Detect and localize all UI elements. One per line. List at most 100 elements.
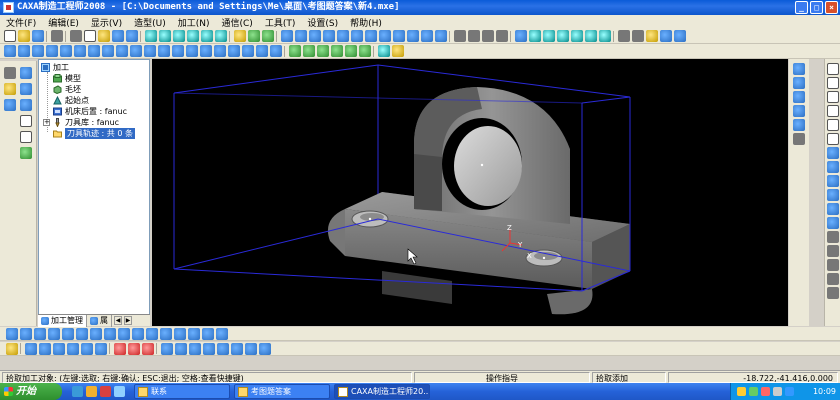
hidden-line-icon[interactable]: [468, 30, 480, 42]
array-edit-icon[interactable]: [203, 342, 215, 355]
surface-add-icon[interactable]: [144, 45, 156, 57]
smooth-curve-icon[interactable]: [128, 342, 140, 355]
shell-icon[interactable]: [407, 30, 419, 42]
tool-path-icon[interactable]: [20, 147, 32, 159]
solid-tool-icon[interactable]: [309, 30, 321, 42]
app-icon[interactable]: [3, 2, 14, 13]
engrave-icon[interactable]: [359, 45, 371, 57]
curve-smooth-icon[interactable]: [793, 133, 805, 145]
menu-communication[interactable]: 通信(C): [222, 16, 253, 29]
transition-icon[interactable]: [200, 45, 212, 57]
mirror-tool-icon[interactable]: [827, 273, 839, 285]
finish-machining-icon[interactable]: [303, 45, 315, 57]
rib-icon[interactable]: [228, 45, 240, 57]
paste-icon[interactable]: [98, 30, 110, 42]
cut-revolve-icon[interactable]: [102, 45, 114, 57]
boss-sweep-icon[interactable]: [74, 45, 86, 57]
tree-view-icon[interactable]: [20, 67, 32, 79]
top-view-icon[interactable]: [201, 30, 213, 42]
menu-modeling[interactable]: 造型(U): [134, 16, 166, 29]
rotate-icon[interactable]: [585, 30, 597, 42]
taskbar-button-lianxi[interactable]: 联系: [134, 384, 230, 399]
fit-view-icon[interactable]: [187, 30, 199, 42]
pen-rough-icon[interactable]: [48, 327, 60, 340]
curve-trim-icon[interactable]: [793, 77, 805, 89]
stock-tool-icon[interactable]: [20, 99, 32, 111]
layer-manager-icon[interactable]: [660, 30, 672, 42]
contour-machining-icon[interactable]: [317, 45, 329, 57]
mirror-edit-icon[interactable]: [189, 342, 201, 355]
curve-join-icon[interactable]: [793, 119, 805, 131]
surface-cut-icon[interactable]: [158, 45, 170, 57]
menu-tools[interactable]: 工具(T): [265, 16, 296, 29]
select-arrow-icon[interactable]: [4, 67, 16, 79]
3d-array-icon[interactable]: [259, 342, 271, 355]
new-file-icon[interactable]: [4, 30, 16, 42]
curve-offset-icon[interactable]: [793, 63, 805, 75]
hole-icon[interactable]: [421, 30, 433, 42]
helix-curve-icon[interactable]: [827, 217, 839, 229]
cut-loft-icon[interactable]: [116, 45, 128, 57]
menu-settings[interactable]: 设置(S): [307, 16, 338, 29]
draft-icon[interactable]: [214, 45, 226, 57]
tab-properties[interactable]: 属: [87, 314, 112, 327]
cut-icon[interactable]: [70, 30, 82, 42]
translate-icon[interactable]: [161, 342, 173, 355]
tree-root[interactable]: 加工: [41, 62, 69, 73]
sweep-icon[interactable]: [351, 30, 363, 42]
surface-tool-icon[interactable]: [295, 30, 307, 42]
tab-scroll-left-button[interactable]: ◀: [114, 316, 122, 325]
tray-icon[interactable]: [737, 387, 746, 396]
start-button[interactable]: 开始: [0, 383, 62, 400]
light-icon[interactable]: [234, 30, 246, 42]
circular-array-icon[interactable]: [256, 45, 268, 57]
scan-rough-icon[interactable]: [34, 327, 46, 340]
contour-finish-icon[interactable]: [104, 327, 116, 340]
3d-rotate-icon[interactable]: [231, 342, 243, 355]
undo-icon[interactable]: [112, 30, 124, 42]
filter-icon[interactable]: [248, 30, 260, 42]
3d-viewport[interactable]: Z Y X: [152, 59, 788, 326]
curve-tool-icon[interactable]: [281, 30, 293, 42]
menu-edit[interactable]: 编辑(E): [48, 16, 79, 29]
rough-machining-icon[interactable]: [289, 45, 301, 57]
projection-curve-icon[interactable]: [827, 203, 839, 215]
boss-extrude-icon[interactable]: [32, 45, 44, 57]
copy-icon[interactable]: [84, 30, 96, 42]
pocket-machining-icon[interactable]: [331, 45, 343, 57]
scale-edit-icon[interactable]: [217, 342, 229, 355]
wireframe-icon[interactable]: [454, 30, 466, 42]
menu-view[interactable]: 显示(V): [91, 16, 122, 29]
cylinder-icon[interactable]: [20, 131, 32, 143]
input-method-icon[interactable]: [785, 387, 794, 396]
text-tool-icon[interactable]: [827, 231, 839, 243]
rectangle-tool-icon[interactable]: [827, 105, 839, 117]
antivirus-icon[interactable]: [761, 387, 770, 396]
fillet-surface-icon[interactable]: [186, 45, 198, 57]
zoom-window-icon[interactable]: [529, 30, 541, 42]
taskbar-button-caxa[interactable]: CAXA制造工程师20...: [334, 384, 430, 399]
feature-icon[interactable]: [20, 83, 32, 95]
menu-machining[interactable]: 加工(N): [178, 16, 210, 29]
trim-icon[interactable]: [25, 342, 37, 355]
rotate-view-icon[interactable]: [145, 30, 157, 42]
print-icon[interactable]: [51, 30, 63, 42]
thicken-icon[interactable]: [172, 45, 184, 57]
simulate-icon[interactable]: [378, 45, 390, 57]
scan-finish-icon[interactable]: [118, 327, 130, 340]
spline-tool-icon[interactable]: [827, 133, 839, 145]
minimize-button[interactable]: _: [795, 1, 808, 14]
boss-revolve-icon[interactable]: [46, 45, 58, 57]
properties-icon[interactable]: [4, 99, 16, 111]
ellipse-tool-icon[interactable]: [827, 119, 839, 131]
pan-view-icon[interactable]: [159, 30, 171, 42]
mirror-icon[interactable]: [270, 45, 282, 57]
ie-quicklaunch-icon[interactable]: [72, 386, 83, 397]
tree-item-stock[interactable]: 毛坯: [53, 84, 81, 95]
section-curve-icon[interactable]: [827, 189, 839, 201]
break-edit-icon[interactable]: [95, 342, 107, 355]
cut-sweep-icon[interactable]: [130, 45, 142, 57]
sketch-icon[interactable]: [18, 45, 30, 57]
line-tool-icon[interactable]: [827, 63, 839, 75]
menu-file[interactable]: 文件(F): [6, 16, 36, 29]
